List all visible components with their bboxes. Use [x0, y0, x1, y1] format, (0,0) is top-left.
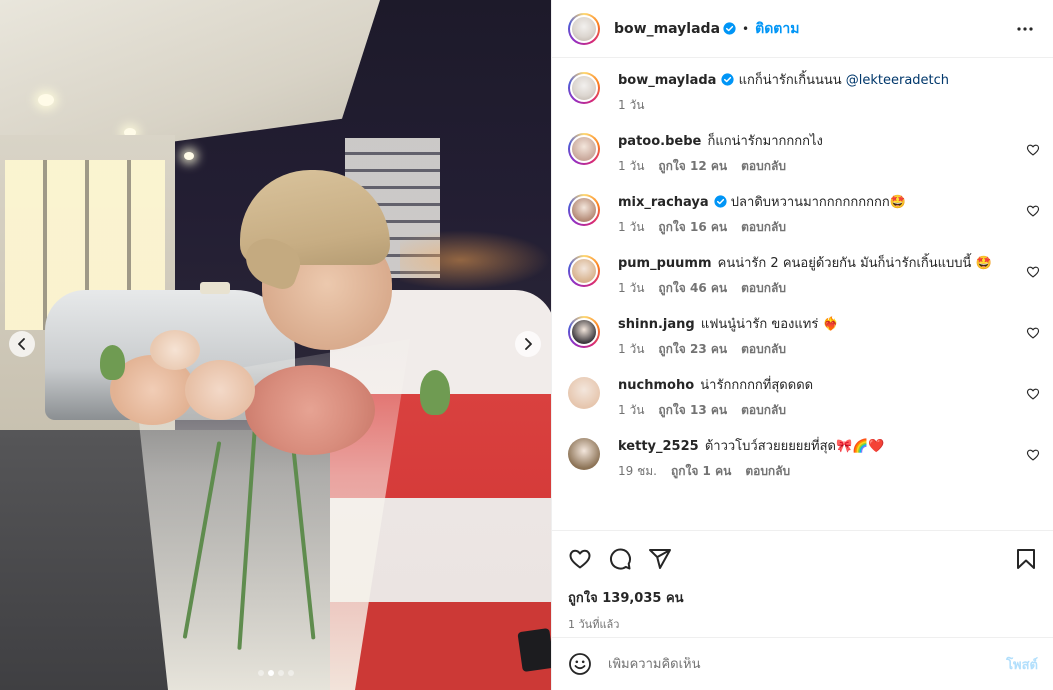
post-sidebar: bow_maylada • ติดตาม bow_maylada แกก็น่า…: [551, 0, 1053, 690]
reply-button[interactable]: ตอบกลับ: [741, 401, 786, 420]
post-age[interactable]: 1 วันที่แล้ว: [568, 615, 1038, 633]
comment-time[interactable]: 1 วัน: [618, 401, 644, 420]
comment-row: shinn.jang แฟนนู๋น่ารัก ของแทร่ ❤️‍🔥 1 วั…: [552, 316, 1053, 359]
heart-icon[interactable]: [1026, 448, 1040, 462]
author-username[interactable]: bow_maylada: [614, 21, 720, 37]
comment-username[interactable]: pum_puumm: [618, 256, 712, 271]
commenter-avatar[interactable]: [568, 255, 600, 287]
comment-row: pum_puumm คนน่ารัก 2 คนอยู่ด้วยกัน มันก็…: [552, 255, 1053, 298]
comment-time[interactable]: 1 วัน: [618, 157, 644, 176]
comment-likes[interactable]: ถูกใจ 16 คน: [658, 218, 727, 237]
reply-button[interactable]: ตอบกลับ: [741, 340, 786, 359]
comment-text: คนน่ารัก 2 คนอยู่ด้วยกัน มันก็น่ารักเกิ้…: [717, 256, 992, 271]
reply-button[interactable]: ตอบกลับ: [741, 279, 786, 298]
share-icon[interactable]: [648, 547, 672, 571]
carousel-dot: [287, 670, 294, 676]
heart-icon[interactable]: [1026, 204, 1040, 218]
comment-text: แฟนนู๋น่ารัก ของแทร่ ❤️‍🔥: [700, 317, 839, 332]
caption-username[interactable]: bow_maylada: [618, 73, 716, 88]
heart-icon[interactable]: [1026, 143, 1040, 157]
comment-text: ปลาดิบหวานมากกกกกกกกก🤩: [730, 195, 906, 210]
carousel-next-button[interactable]: [515, 331, 541, 357]
carousel-dot: [257, 670, 264, 676]
follow-button[interactable]: ติดตาม: [755, 18, 799, 40]
verified-icon: [714, 195, 727, 208]
photo-carnation: [245, 365, 375, 455]
post-caption: bow_maylada แกก็น่ารักเกิ้นนนน @lekteera…: [552, 72, 1053, 115]
likes-count[interactable]: ถูกใจ 139,035 คน: [568, 587, 1038, 608]
post-actions: ถูกใจ 139,035 คน 1 วันที่แล้ว: [552, 530, 1053, 640]
follow-separator: •: [742, 21, 750, 36]
reply-button[interactable]: ตอบกลับ: [741, 157, 786, 176]
comment-row: patoo.bebe ก็แกน่ารักมากกกกไง 1 วัน ถูกใจ …: [552, 133, 1053, 176]
heart-icon[interactable]: [1026, 387, 1040, 401]
commenter-avatar[interactable]: [568, 438, 600, 470]
photo-taxi-sign: [200, 282, 230, 294]
photo-city-glow: [400, 230, 551, 290]
carousel-dot: [277, 670, 284, 676]
comment-username[interactable]: ketty_2525: [618, 439, 699, 454]
commenter-avatar[interactable]: [568, 133, 600, 165]
comment-text: น่ารักกกกกที่สุดดดด: [700, 378, 814, 393]
more-icon: [1017, 26, 1033, 31]
emoji-icon[interactable]: [568, 652, 592, 676]
caption-text: แกก็น่ารักเกิ้นนนน: [738, 73, 842, 88]
comment-input[interactable]: [608, 656, 1007, 672]
comment-time[interactable]: 19 ชม.: [618, 462, 657, 481]
post-header: bow_maylada • ติดตาม: [552, 0, 1053, 58]
heart-icon[interactable]: [1026, 326, 1040, 340]
comment-username[interactable]: patoo.bebe: [618, 134, 701, 149]
comment-row: ketty_2525 ต้าววโบว์สวยยยยยที่สุด🎀🌈❤️ 19 …: [552, 438, 1053, 481]
chevron-left-icon: [18, 338, 25, 350]
heart-icon[interactable]: [1026, 265, 1040, 279]
caption-avatar[interactable]: [568, 72, 600, 104]
comment-time[interactable]: 1 วัน: [618, 218, 644, 237]
post-photo[interactable]: [0, 0, 551, 690]
bookmark-icon[interactable]: [1014, 547, 1038, 571]
author-avatar[interactable]: [568, 12, 600, 45]
photo-phone: [517, 627, 551, 673]
verified-icon: [721, 73, 735, 86]
more-options-button[interactable]: [1013, 17, 1037, 41]
carousel-prev-button[interactable]: [9, 331, 35, 357]
commenter-avatar[interactable]: [568, 194, 600, 226]
comment-likes[interactable]: ถูกใจ 46 คน: [658, 279, 727, 298]
caption-time[interactable]: 1 วัน: [618, 96, 644, 115]
comments-list[interactable]: bow_maylada แกก็น่ารักเกิ้นนนน @lekteera…: [552, 58, 1053, 530]
comment-time[interactable]: 1 วัน: [618, 340, 644, 359]
comment-likes[interactable]: ถูกใจ 12 คน: [658, 157, 727, 176]
carousel-dots: [0, 670, 551, 676]
photo-rose: [185, 360, 255, 420]
comment-username[interactable]: mix_rachaya: [618, 195, 709, 210]
comment-row: mix_rachaya ปลาดิบหวานมากกกกกกกกก🤩 1 วัน ถ…: [552, 194, 1053, 237]
comment-username[interactable]: nuchmoho: [618, 378, 694, 393]
post-comment-button[interactable]: โพสต์: [1006, 654, 1038, 675]
reply-button[interactable]: ตอบกลับ: [741, 218, 786, 237]
carousel-dot: [267, 670, 274, 676]
commenter-avatar[interactable]: [568, 316, 600, 348]
comment-row: nuchmoho น่ารักกกกกที่สุดดดด 1 วัน ถูกใจ 1…: [552, 377, 1053, 420]
comment-text: ต้าววโบว์สวยยยยยที่สุด🎀🌈❤️: [704, 439, 885, 454]
comment-likes[interactable]: ถูกใจ 1 คน: [671, 462, 731, 481]
photo-bud: [420, 370, 450, 415]
chevron-right-icon: [525, 338, 532, 350]
comment-icon[interactable]: [608, 547, 632, 571]
heart-icon[interactable]: [568, 547, 592, 571]
caption-mention[interactable]: @lekteeradetch: [846, 73, 949, 88]
verified-icon: [723, 22, 736, 35]
comment-username[interactable]: shinn.jang: [618, 317, 695, 332]
photo-rose: [150, 330, 200, 370]
comment-likes[interactable]: ถูกใจ 23 คน: [658, 340, 727, 359]
comment-text: ก็แกน่ารักมากกกกไง: [707, 134, 823, 149]
comment-time[interactable]: 1 วัน: [618, 279, 644, 298]
comment-likes[interactable]: ถูกใจ 13 คน: [658, 401, 727, 420]
photo-bud: [100, 345, 125, 380]
reply-button[interactable]: ตอบกลับ: [745, 462, 790, 481]
commenter-avatar[interactable]: [568, 377, 600, 409]
comment-composer: โพสต์: [552, 637, 1053, 690]
